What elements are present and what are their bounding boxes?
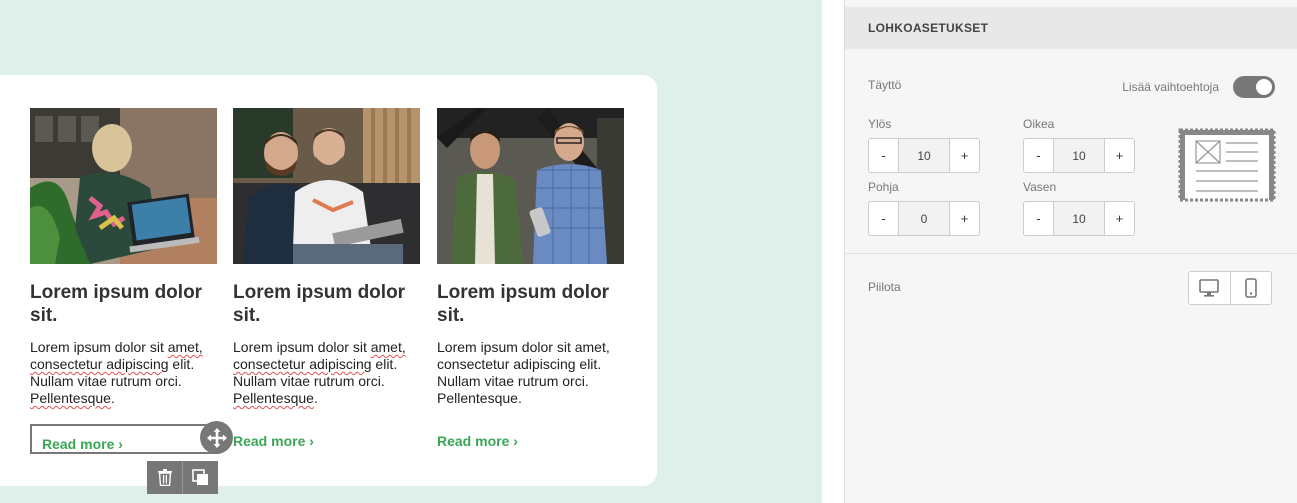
copy-icon[interactable]	[182, 461, 217, 494]
right-padding-stepper: - 10 +	[1023, 138, 1135, 173]
bottom-label: Pohja	[868, 180, 899, 194]
body-text: Lorem ipsum dolor sit	[233, 339, 371, 355]
padding-preview-icon	[1178, 128, 1276, 202]
spellcheck-word: amet,	[370, 339, 406, 355]
read-more-link[interactable]: Read more ›	[437, 433, 518, 449]
spellcheck-word: Pellentesque	[30, 390, 111, 406]
column-3-title[interactable]: Lorem ipsum dolor sit.	[437, 281, 624, 327]
column-1[interactable]: Lorem ipsum dolor sit. Lorem ipsum dolor…	[30, 108, 217, 407]
increment-button[interactable]: +	[1105, 202, 1134, 235]
bottom-padding-value[interactable]: 0	[898, 202, 950, 235]
bottom-padding-stepper: - 0 +	[868, 201, 980, 236]
more-options-label: Lisää vaihtoehtoja	[1122, 80, 1219, 94]
spellcheck-word: consectetur adipiscing	[30, 356, 169, 372]
read-more-link[interactable]: Read more ›	[42, 436, 123, 452]
left-padding-value[interactable]: 10	[1053, 202, 1105, 235]
column-1-title[interactable]: Lorem ipsum dolor sit.	[30, 281, 217, 327]
body-text: Lorem ipsum dolor sit	[30, 339, 168, 355]
block-settings-panel: LOHKOASETUKSET Täyttö Lisää vaihtoehtoja…	[844, 0, 1297, 503]
decrement-button[interactable]: -	[869, 139, 898, 172]
spellcheck-word: amet,	[167, 339, 203, 355]
more-options-row: Lisää vaihtoehtoja	[1122, 76, 1275, 98]
column-2-body[interactable]: Lorem ipsum dolor sit amet, consectetur …	[233, 339, 420, 407]
body-text: .	[313, 390, 318, 406]
right-padding-value[interactable]: 10	[1053, 139, 1105, 172]
decrement-button[interactable]: -	[1024, 202, 1053, 235]
decrement-button[interactable]: -	[1024, 139, 1053, 172]
move-icon[interactable]	[200, 421, 233, 454]
top-label: Ylös	[868, 117, 892, 131]
decrement-button[interactable]: -	[869, 202, 898, 235]
trash-icon[interactable]	[147, 461, 182, 494]
toggle-knob	[1256, 79, 1272, 95]
column-1-body[interactable]: Lorem ipsum dolor sit amet, consectetur …	[30, 339, 217, 407]
panel-title: LOHKOASETUKSET	[845, 7, 1297, 49]
body-text: .	[110, 390, 115, 406]
panel-gutter	[822, 0, 844, 503]
photo-woman-laptop[interactable]	[30, 108, 217, 264]
column-2-title[interactable]: Lorem ipsum dolor sit.	[233, 281, 420, 327]
top-padding-value[interactable]: 10	[898, 139, 950, 172]
left-padding-stepper: - 10 +	[1023, 201, 1135, 236]
increment-button[interactable]: +	[1105, 139, 1134, 172]
increment-button[interactable]: +	[950, 139, 979, 172]
more-options-toggle[interactable]	[1233, 76, 1275, 98]
top-padding-stepper: - 10 +	[868, 138, 980, 173]
photo-two-men-sofa[interactable]	[233, 108, 420, 264]
photo-two-men-standing[interactable]	[437, 108, 624, 264]
column-2[interactable]: Lorem ipsum dolor sit. Lorem ipsum dolor…	[233, 108, 420, 451]
spellcheck-word: Pellentesque	[233, 390, 314, 406]
column-3-body[interactable]: Lorem ipsum dolor sit amet, consectetur …	[437, 339, 624, 407]
desktop-icon[interactable]	[1189, 272, 1230, 304]
block-toolbar	[147, 461, 218, 494]
editor-canvas: Lorem ipsum dolor sit. Lorem ipsum dolor…	[0, 0, 822, 503]
selected-read-more-button[interactable]: Read more ›	[30, 424, 219, 454]
hide-device-toggle	[1188, 271, 1272, 305]
increment-button[interactable]: +	[950, 202, 979, 235]
hide-label: Piilota	[868, 280, 901, 294]
spellcheck-word: consectetur adipiscing	[233, 356, 372, 372]
padding-label: Täyttö	[868, 78, 902, 92]
left-label: Vasen	[1023, 180, 1057, 194]
column-3[interactable]: Lorem ipsum dolor sit. Lorem ipsum dolor…	[437, 108, 624, 451]
mobile-icon[interactable]	[1229, 272, 1272, 304]
right-label: Oikea	[1023, 117, 1055, 131]
divider	[845, 253, 1297, 254]
read-more-link[interactable]: Read more ›	[233, 433, 314, 449]
